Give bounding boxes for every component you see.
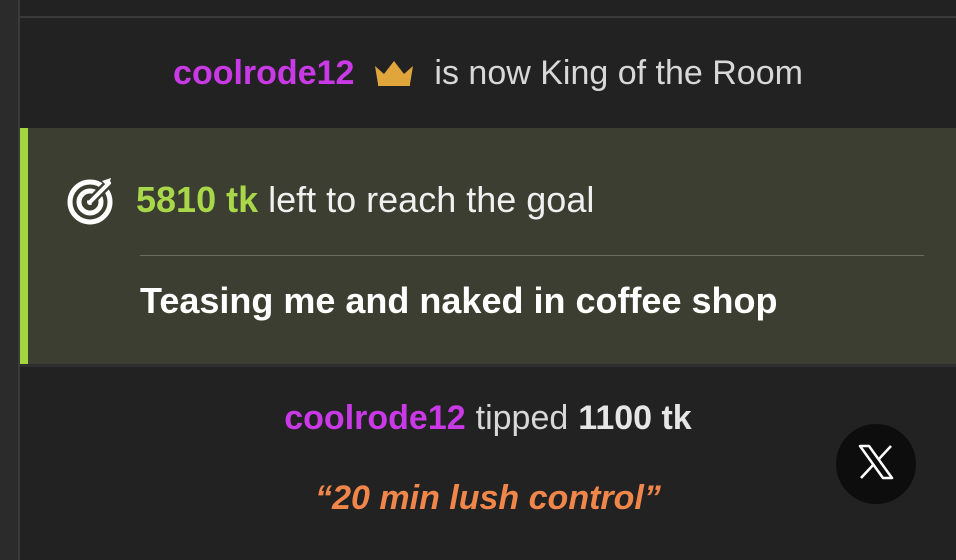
x-logo-icon	[856, 442, 896, 487]
goal-progress: 5810 tk left to reach the goal	[64, 172, 594, 228]
goal-text: left to reach the goal	[268, 179, 595, 220]
tip-notice: coolrode12 tipped 1100 tk	[20, 390, 956, 446]
x-share-button[interactable]	[836, 424, 916, 504]
left-rail	[0, 0, 20, 560]
goal-divider	[140, 255, 924, 256]
king-username[interactable]: coolrode12	[173, 54, 354, 93]
tip-verb: tipped	[475, 398, 569, 437]
goal-title: Teasing me and naked in coffee shop	[140, 280, 778, 321]
goal-panel: 5810 tk left to reach the goal Teasing m…	[20, 128, 956, 364]
goal-amount: 5810 tk	[136, 179, 259, 220]
tip-message: “20 min lush control”	[315, 478, 661, 517]
target-icon	[64, 172, 120, 228]
crown-icon	[372, 58, 416, 88]
king-notice: coolrode12 is now King of the Room	[20, 18, 956, 128]
chat-feed: coolrode12 is now King of the Room 5810 …	[0, 0, 956, 560]
bottom-divider	[20, 364, 956, 367]
tip-username[interactable]: coolrode12	[284, 399, 465, 438]
tip-amount: 1100 tk	[578, 398, 692, 437]
king-notice-text: is now King of the Room	[434, 53, 803, 92]
